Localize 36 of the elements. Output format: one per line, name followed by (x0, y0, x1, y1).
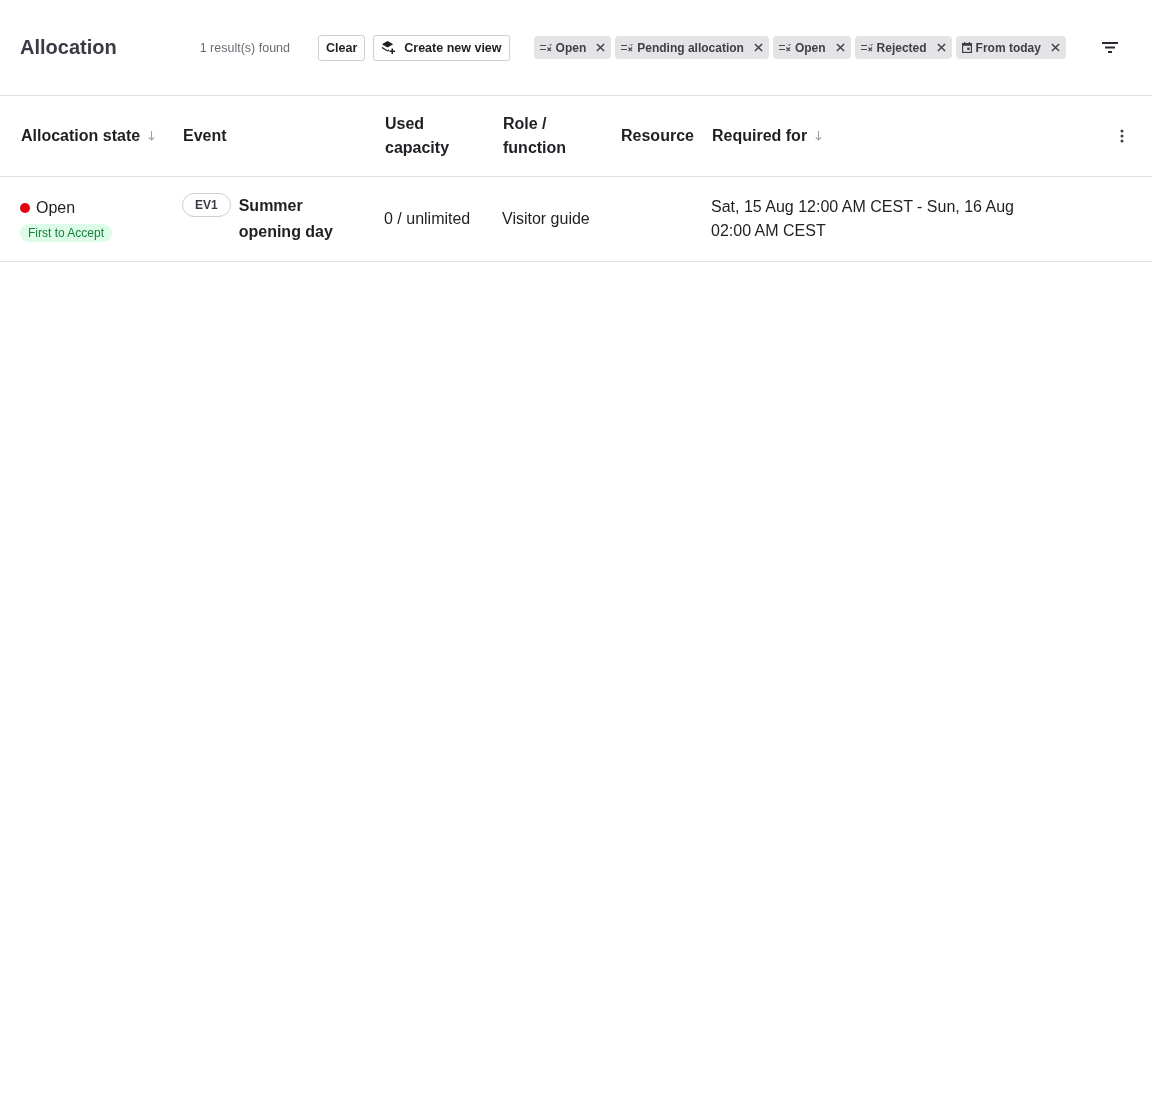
close-icon[interactable] (835, 43, 845, 52)
filter-icon[interactable] (1102, 42, 1118, 53)
filter-chip[interactable]: From today (955, 36, 1066, 59)
list-cross-icon (860, 43, 873, 52)
clear-button[interactable]: Clear (318, 34, 366, 61)
create-view-button[interactable]: Create new view (373, 34, 510, 61)
result-count: 1 result(s) found (199, 40, 290, 55)
close-icon[interactable] (596, 43, 606, 52)
close-icon[interactable] (936, 43, 946, 52)
list-cross-icon (621, 43, 634, 52)
list-cross-icon (539, 43, 552, 52)
list-cross-icon (778, 43, 791, 52)
filter-chip[interactable]: Open (772, 36, 851, 59)
close-icon[interactable] (1050, 43, 1060, 52)
layers-plus-icon (381, 40, 397, 55)
close-icon[interactable] (753, 43, 763, 52)
state-label: Open (36, 198, 76, 218)
allocation-mode-badge: First to Accept (20, 224, 113, 242)
filter-chip[interactable]: Open (533, 36, 612, 59)
more-vertical-icon[interactable] (1120, 129, 1124, 143)
column-header[interactable]: Allocation state (21, 124, 141, 148)
filter-chip[interactable]: Rejected (854, 36, 952, 59)
event-name[interactable]: Summer opening day (238, 193, 362, 245)
page-title: Allocation (20, 36, 117, 59)
column-header: Role / function (503, 114, 568, 158)
column-header: Resource (621, 126, 694, 146)
calendar-icon (961, 42, 972, 53)
required-for-dates: Sat, 15 Aug 12:00 AM CEST - Sun, 16 Aug 02:00 AM CEST (711, 197, 1015, 241)
column-header[interactable]: Required for (712, 124, 808, 148)
role-function: Visitor guide (502, 210, 590, 227)
column-header: Used capacity (385, 114, 451, 158)
sort-arrow-icon[interactable] (148, 131, 156, 141)
sort-arrow-icon[interactable] (815, 131, 823, 141)
filter-chip[interactable]: Pending allocation (615, 36, 769, 59)
used-capacity: 0 / unlimited (384, 210, 471, 227)
column-header: Event (183, 126, 227, 146)
